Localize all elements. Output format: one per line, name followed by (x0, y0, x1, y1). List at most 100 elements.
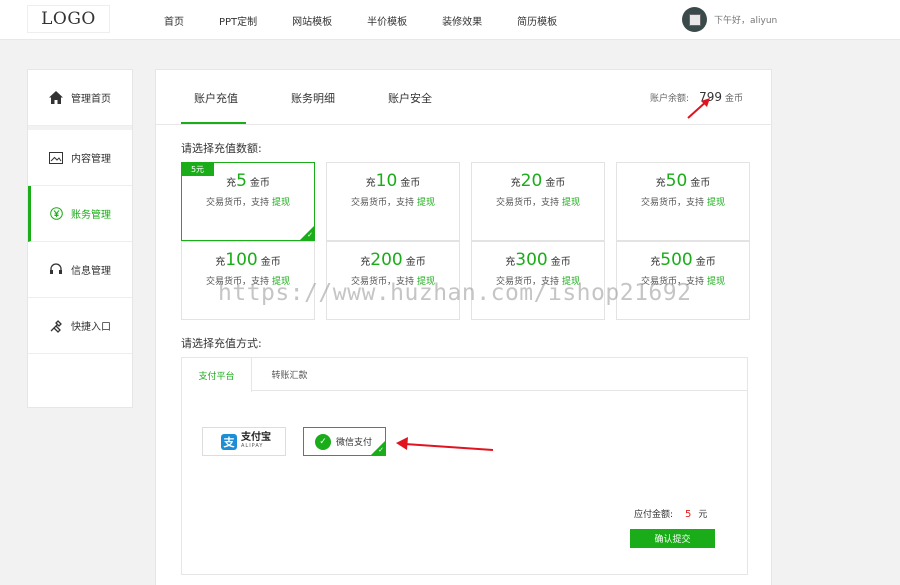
description-text: 交易货币，支持 (205, 277, 269, 287)
amount-section-label: 请选择充值数额: (181, 142, 262, 155)
amount-card[interactable]: 充50 金币交易货币，支持 提现 (616, 162, 750, 241)
due-amount: 5 (685, 509, 692, 520)
balance-value: 799 (699, 90, 722, 104)
description-text: 交易货币，支持 (350, 198, 414, 208)
amount-card[interactable]: 充300 金币 交易货币，支持 提现 (471, 241, 605, 320)
amount-line: 充10 金币 (327, 171, 459, 191)
withdraw-link[interactable]: 提现 (272, 198, 290, 208)
withdraw-link[interactable]: 提现 (562, 277, 580, 287)
headset-icon (48, 262, 64, 278)
description-text: 交易货币，支持 (495, 198, 559, 208)
amount-line: 充50 金币 (617, 171, 749, 191)
tab-payment-platform[interactable]: 支付平台 (182, 358, 252, 392)
amount-number: 5 (236, 171, 247, 191)
amount-prefix: 充 (655, 178, 666, 189)
withdraw-link[interactable]: 提现 (707, 198, 725, 208)
amount-prefix: 充 (226, 178, 237, 189)
tab-account-security[interactable]: 账户安全 (388, 90, 432, 106)
nav-ppt[interactable]: PPT定制 (219, 13, 257, 28)
withdraw-link[interactable]: 提现 (417, 198, 435, 208)
wechat-icon: ✓ (315, 433, 331, 450)
amount-line: 充100 金币 (182, 250, 314, 270)
tools-icon (48, 318, 64, 334)
amount-unit: 金币 (695, 257, 716, 268)
tab-account-details[interactable]: 账务明细 (291, 90, 335, 106)
avatar[interactable] (682, 7, 707, 32)
amount-description: 交易货币，支持 提现 (327, 195, 459, 208)
tab-recharge[interactable]: 账户充值 (194, 90, 238, 106)
amount-number: 10 (375, 171, 398, 191)
description-text: 交易货币，支持 (640, 277, 704, 287)
amount-card[interactable]: 充20 金币 交易货币，支持 提现 (471, 162, 605, 241)
sidebar-item-label: 账务管理 (71, 210, 111, 221)
sidebar-item-shortcuts[interactable]: 快捷入口 (28, 298, 132, 354)
amount-unit: 金币 (405, 257, 426, 268)
sidebar-item-finance[interactable]: 账务管理 (28, 186, 132, 242)
check-icon: ✓ (378, 446, 384, 454)
nav-decoration[interactable]: 装修效果 (442, 13, 482, 28)
image-icon (48, 150, 64, 166)
amount-prefix: 充 (650, 257, 661, 268)
yen-icon (48, 206, 64, 222)
wechat-pay-option[interactable]: ✓ 微信支付 ✓ (303, 427, 386, 456)
amount-description: 交易货币，支持 提现 (617, 195, 749, 208)
amount-card[interactable]: 充500 金币 交易货币，支持 提现 (616, 241, 750, 320)
description-text: 交易货币，支持 (640, 198, 704, 208)
amount-card[interactable]: 充100 金币交易货币，支持 提现 (181, 241, 315, 320)
amount-unit: 金币 (690, 178, 711, 189)
payment-tabs: 支付平台 转账汇款 (182, 358, 747, 392)
amount-card[interactable]: 充200 金币 交易货币，支持 提现 (326, 241, 460, 320)
amount-grid: 5元 充5 金币 交易货币，支持 提现 ✓ 充10 金币 交易货币，支持 提现 充20 金币 交易货币，… (181, 162, 750, 321)
wechat-pay-label: 微信支付 (336, 438, 373, 448)
amount-description: 交易货币，支持 提现 (472, 195, 604, 208)
amount-prefix: 充 (505, 257, 516, 268)
nav-home[interactable]: 首页 (164, 13, 184, 28)
description-text: 交易货币，支持 (205, 198, 269, 208)
sidebar-item-content[interactable]: 内容管理 (28, 130, 132, 186)
amount-due: 应付金额: 5 元 (634, 507, 707, 520)
active-tab-indicator (181, 122, 246, 124)
sidebar-item-label: 信息管理 (71, 266, 111, 277)
account-tabs: 账户充值 账务明细 账户安全 账户余额: 799 金币 (156, 70, 771, 125)
user-menu[interactable]: 下午好，aliyun (682, 7, 777, 32)
amount-card[interactable]: 充10 金币交易货币，支持 提现 (326, 162, 460, 241)
amount-number: 300 (515, 250, 548, 270)
sidebar-item-info[interactable]: 信息管理 (28, 242, 132, 298)
amount-number: 50 (665, 171, 688, 191)
amount-line: 充300 金币 (472, 250, 604, 270)
amount-description: 交易货币，支持 提现 (182, 274, 314, 287)
amount-card[interactable]: 5元 充5 金币 交易货币，支持 提现 ✓ (181, 162, 315, 241)
top-bar: LOGO 首页 PPT定制 网站模板 半价模板 装修效果 简历模板 下午好，al… (0, 0, 900, 40)
amount-prefix: 充 (365, 178, 376, 189)
amount-unit: 金币 (400, 178, 421, 189)
alipay-option[interactable]: 支 支付宝 ALIPAY (202, 427, 286, 456)
amount-unit: 金币 (260, 257, 281, 268)
check-icon: ✓ (307, 231, 313, 239)
withdraw-link[interactable]: 提现 (562, 198, 580, 208)
withdraw-link[interactable]: 提现 (272, 277, 290, 287)
due-label: 应付金额: (634, 510, 674, 520)
amount-number: 100 (225, 250, 258, 270)
balance-label: 账户余额: (650, 94, 690, 104)
account-balance: 账户余额: 799 金币 (650, 90, 743, 104)
nav-site-templates[interactable]: 网站模板 (292, 13, 332, 28)
submit-button[interactable]: 确认提交 (630, 529, 715, 548)
amount-prefix: 充 (510, 178, 521, 189)
due-unit: 元 (698, 510, 708, 520)
nav-resume[interactable]: 简历模板 (517, 13, 557, 28)
tab-bank-transfer[interactable]: 转账汇款 (252, 358, 327, 391)
home-icon (48, 90, 64, 106)
sidebar-item-home[interactable]: 管理首页 (28, 70, 132, 126)
nav-half-price[interactable]: 半价模板 (367, 13, 407, 28)
withdraw-link[interactable]: 提现 (707, 277, 725, 287)
alipay-icon: 支 (221, 433, 237, 450)
alipay-cn: 支付宝 (241, 431, 271, 443)
amount-description: 交易货币，支持 提现 (617, 274, 749, 287)
amount-number: 20 (520, 171, 543, 191)
amount-description: 交易货币，支持 提现 (327, 274, 459, 287)
balance-unit: 金币 (724, 94, 743, 104)
payment-box: 支付平台 转账汇款 支 支付宝 ALIPAY ✓ 微信支付 ✓ 应付金额: 5 … (181, 357, 748, 575)
method-section-label: 请选择充值方式: (181, 337, 262, 350)
logo[interactable]: LOGO (27, 5, 110, 33)
withdraw-link[interactable]: 提现 (417, 277, 435, 287)
